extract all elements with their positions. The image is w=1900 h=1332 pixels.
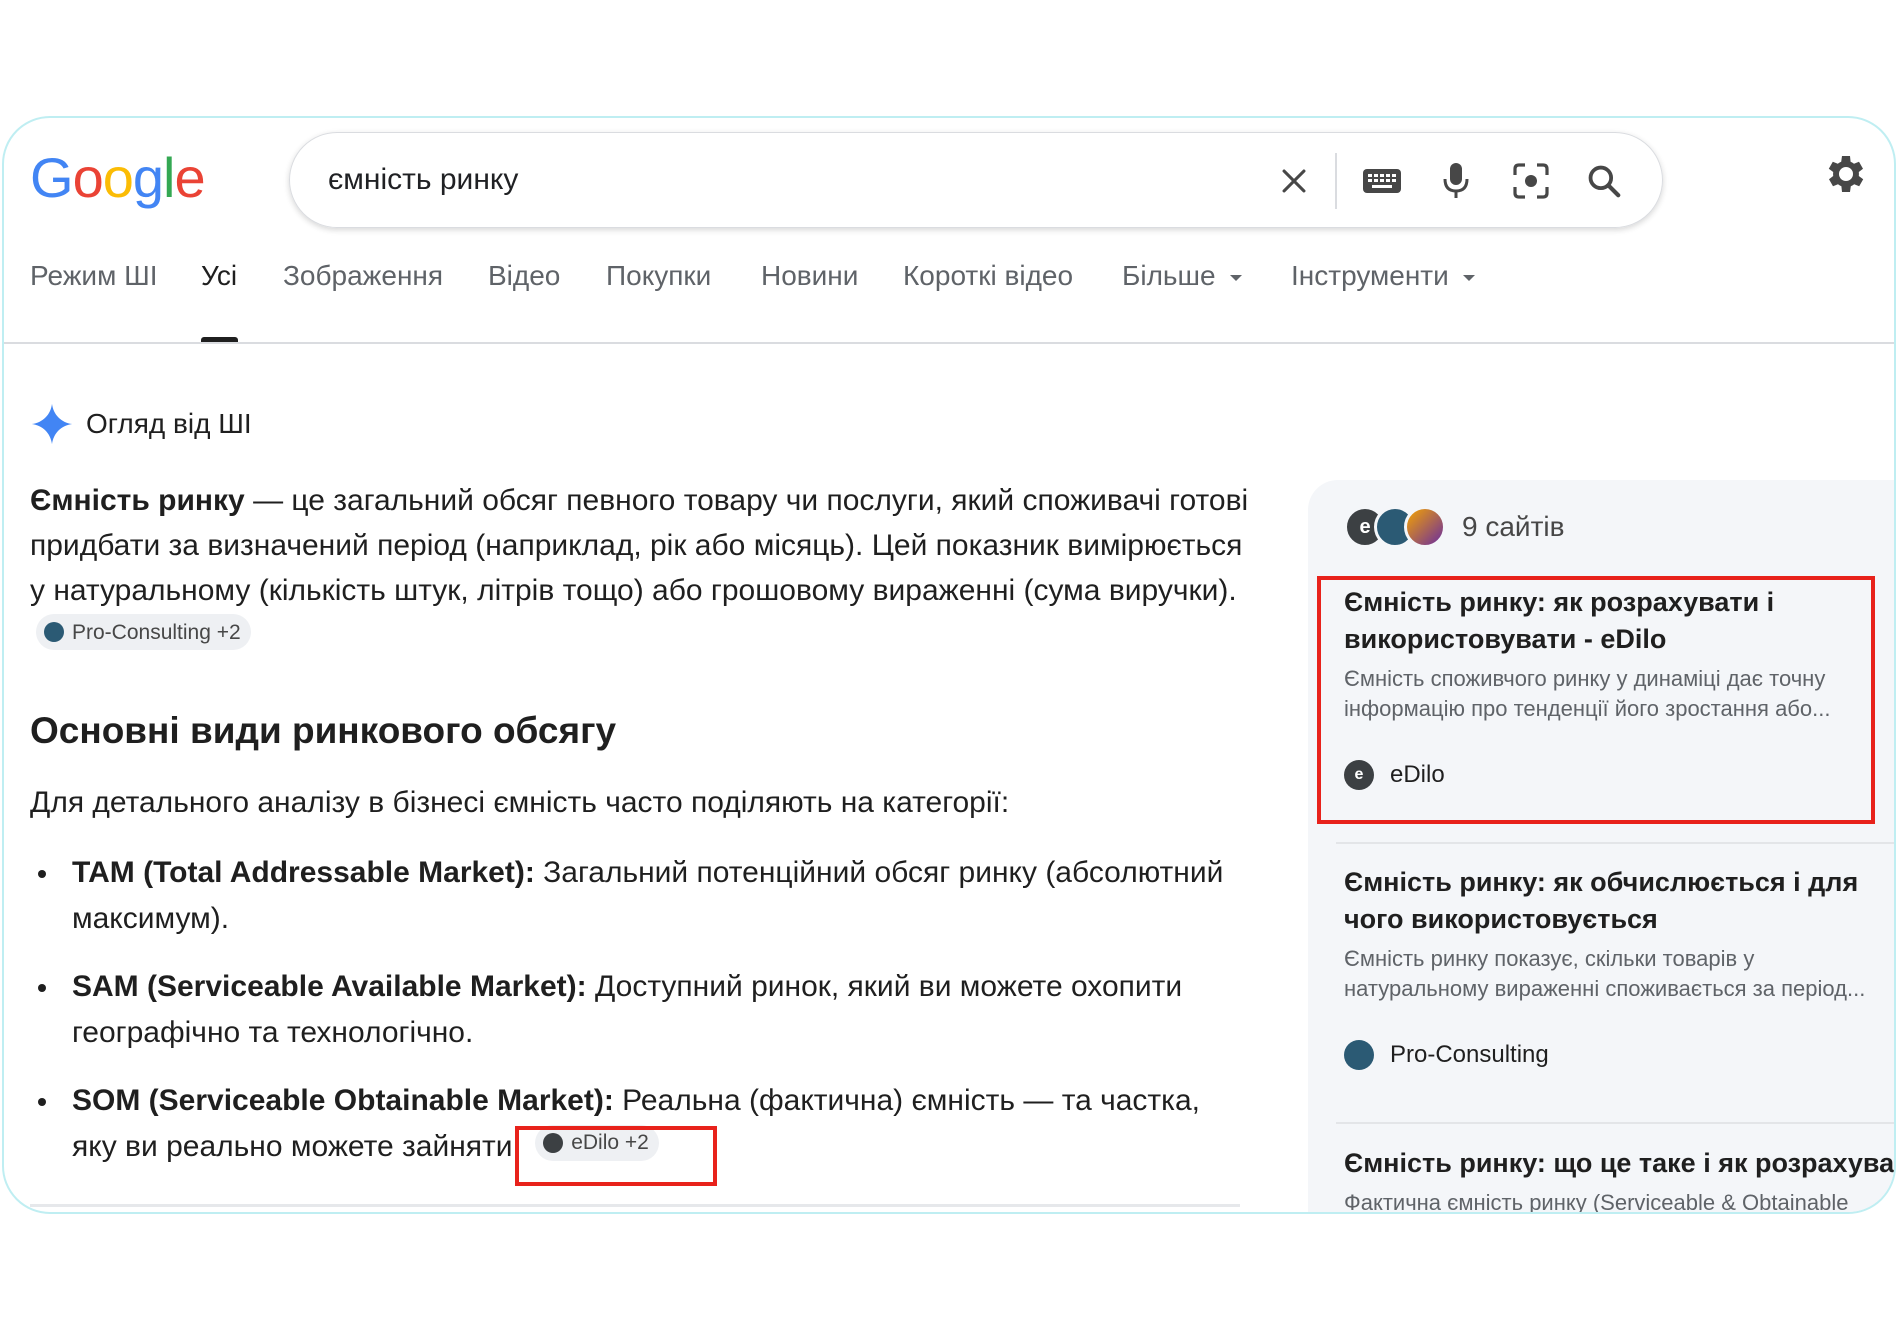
source-card-site-name: Pro-Consulting xyxy=(1390,1041,1549,1068)
source-card[interactable]: Ємність ринку: що це таке і як розрахува… xyxy=(1344,1145,1896,1214)
logo-letter: g xyxy=(132,146,164,209)
citation-chip-label: eDilo +2 xyxy=(571,1131,649,1154)
tab-shopping[interactable]: Покупки xyxy=(606,260,711,292)
citation-chip[interactable]: eDilo +2 xyxy=(535,1125,659,1161)
pro-consulting-favicon-icon xyxy=(1344,1040,1374,1070)
term-bold: Ємність ринку xyxy=(30,484,245,517)
tab-video[interactable]: Відео xyxy=(488,260,560,292)
source-card-snippet: Ємність споживчого ринку у динаміці дає … xyxy=(1344,666,1831,721)
tab-tools-label: Інструменти xyxy=(1291,260,1449,291)
list-item: SAM (Serviceable Available Market): Дост… xyxy=(30,964,1250,1056)
tab-more-label: Більше xyxy=(1122,260,1216,291)
source-favicon-icon xyxy=(543,1133,564,1153)
sources-panel: e 9 сайтів Ємність ринку: як розрахувати… xyxy=(1308,480,1896,1214)
logo-letter: l xyxy=(163,146,175,209)
tab-tools[interactable]: Інструменти xyxy=(1291,260,1475,292)
site-avatar-icon xyxy=(1404,506,1446,548)
list-item: TAM (Total Addressable Market): Загальни… xyxy=(30,850,1250,942)
search-input[interactable]: ємність ринку xyxy=(328,163,518,197)
section-heading: Основні види ринкового обсягу xyxy=(30,710,617,751)
source-card-title: Ємність ринку: що це таке і як розрахува… xyxy=(1344,1148,1896,1178)
tab-images[interactable]: Зображення xyxy=(283,260,443,292)
source-card-title: Ємність ринку: як розрахувати і використ… xyxy=(1344,587,1775,654)
logo-letter: o xyxy=(102,146,134,209)
settings-gear-icon[interactable] xyxy=(1820,150,1868,198)
ai-sparkle-icon xyxy=(31,403,73,445)
site-avatar-letter: e xyxy=(1359,515,1371,538)
sites-count-label: 9 сайтів xyxy=(1462,511,1565,542)
ai-overview-header: Огляд від ШІ xyxy=(30,402,252,446)
list-item-term: SOM (Serviceable Obtainable Market): xyxy=(72,1084,614,1117)
source-favicon-icon xyxy=(44,622,64,642)
tab-all[interactable]: Усі xyxy=(201,260,237,292)
source-card[interactable]: Ємність ринку: як обчислюється і для чог… xyxy=(1344,864,1894,1070)
source-card-site: e eDilo xyxy=(1344,760,1894,790)
logo-letter: e xyxy=(174,146,205,209)
logo-letter: G xyxy=(30,146,74,209)
keyboard-icon[interactable] xyxy=(1358,157,1406,205)
sites-count-row[interactable]: e 9 сайтів xyxy=(1344,506,1564,548)
card-divider xyxy=(1336,842,1894,844)
tab-short-videos[interactable]: Короткі відео xyxy=(903,260,1073,292)
browser-frame: Google ємність ринку Режим ШІ Усі Зображ… xyxy=(2,116,1896,1214)
ai-overview-title: Огляд від ШІ xyxy=(86,408,252,439)
search-tabs: Режим ШІ Усі Зображення Відео Покупки Но… xyxy=(4,260,1894,320)
card-divider xyxy=(1336,1122,1894,1124)
search-box[interactable]: ємність ринку xyxy=(289,132,1663,228)
ai-overview-paragraph: Ємність ринку — це загальний обсяг певно… xyxy=(30,478,1250,658)
tabs-divider xyxy=(4,342,1894,344)
tab-ai-mode[interactable]: Режим ШІ xyxy=(30,260,158,292)
list-item: SOM (Serviceable Obtainable Market): Реа… xyxy=(30,1078,1250,1170)
mic-icon[interactable] xyxy=(1432,157,1480,205)
tab-more[interactable]: Більше xyxy=(1122,260,1242,292)
list-item-term: TAM (Total Addressable Market): xyxy=(72,856,535,889)
citation-chip-label: Pro-Consulting +2 xyxy=(72,620,241,644)
source-card-site-name: eDilo xyxy=(1390,761,1445,788)
search-divider xyxy=(1335,153,1337,209)
source-card-snippet: Фактична ємність ринку (Serviceable & Ob… xyxy=(1344,1190,1849,1214)
close-icon[interactable] xyxy=(1270,157,1318,205)
caret-down-icon xyxy=(1229,274,1242,281)
tab-news[interactable]: Новини xyxy=(761,260,858,292)
market-types-list: TAM (Total Addressable Market): Загальни… xyxy=(30,850,1250,1192)
source-card[interactable]: Ємність ринку: як розрахувати і використ… xyxy=(1344,584,1894,790)
google-logo[interactable]: Google xyxy=(30,146,206,209)
source-card-title: Ємність ринку: як обчислюється і для чог… xyxy=(1344,867,1859,934)
section-intro: Для детального аналізу в бізнесі ємність… xyxy=(30,786,1010,819)
list-item-term: SAM (Serviceable Available Market): xyxy=(72,970,587,1003)
lens-icon[interactable] xyxy=(1507,157,1555,205)
edilo-favicon-icon: e xyxy=(1344,760,1374,790)
source-card-snippet: Ємність ринку показує, скільки товарів у… xyxy=(1344,946,1866,1001)
content-divider xyxy=(30,1204,1240,1207)
source-card-site: Pro-Consulting xyxy=(1344,1040,1894,1070)
search-icon[interactable] xyxy=(1580,157,1628,205)
citation-chip[interactable]: Pro-Consulting +2 xyxy=(36,614,251,650)
caret-down-icon xyxy=(1462,274,1475,281)
logo-letter: o xyxy=(72,146,104,209)
